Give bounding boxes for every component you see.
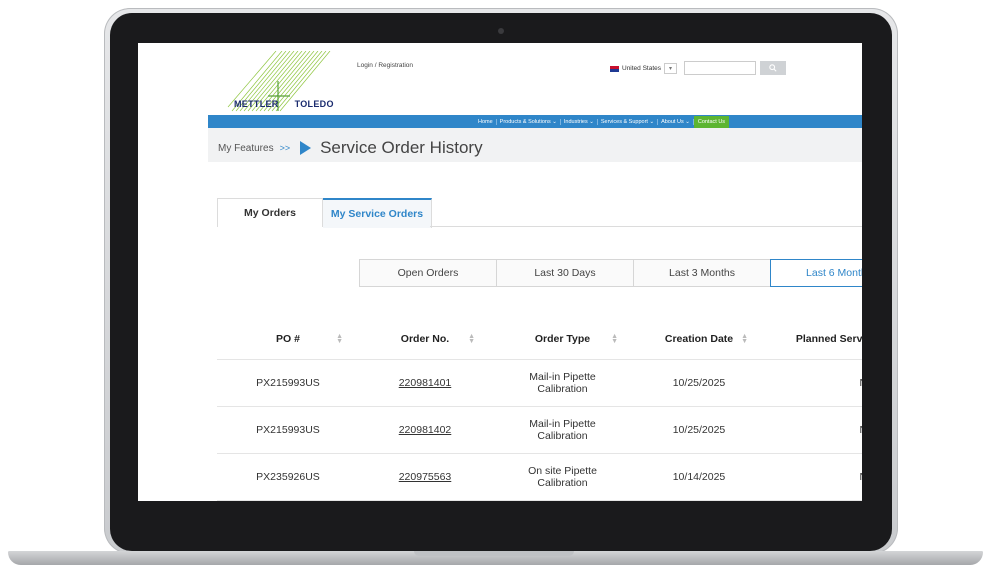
po-number: PX235926US: [256, 471, 320, 483]
breadcrumb: My Features >> Service Order History: [218, 138, 483, 158]
order-type-line1: On site Pipette: [528, 465, 597, 477]
sort-icon[interactable]: ▲ ▼: [468, 333, 475, 345]
creation-date: 10/25/2025: [672, 377, 726, 389]
country-dropdown-toggle[interactable]: ▾: [664, 63, 678, 74]
logo-graphic-icon: [227, 51, 331, 112]
nav-home[interactable]: Home: [475, 118, 497, 125]
search-button[interactable]: [760, 61, 786, 75]
po-number: PX215993US: [256, 424, 320, 436]
order-number-cell: 220981402: [359, 424, 491, 436]
laptop-notch: [414, 551, 574, 556]
nav-products-solutions[interactable]: Products & Solutions ⌄: [497, 118, 561, 125]
sort-icon[interactable]: ▲ ▼: [336, 333, 343, 345]
browser-screen: METTLER TOLEDO Login / Registration Unite…: [138, 43, 862, 501]
filter-open-orders[interactable]: Open Orders: [359, 259, 497, 287]
column-header-label: Creation Date: [664, 333, 734, 345]
order-number-link[interactable]: 220981401: [399, 377, 452, 389]
column-header-label: Planned Service: [795, 333, 862, 345]
column-header-order-no[interactable]: Order No. ▲ ▼: [359, 333, 491, 345]
nav-industries[interactable]: Industries ⌄: [561, 118, 598, 125]
nav-services-support[interactable]: Services & Support ⌄: [598, 118, 659, 125]
main-nav: Home Products & Solutions ⌄ Industries ⌄…: [475, 115, 730, 128]
column-header-po[interactable]: PO # ▲ ▼: [217, 333, 359, 345]
order-type-line2: Calibration: [537, 383, 588, 395]
nav-contact-us[interactable]: Contact Us: [693, 115, 730, 128]
arrow-right-icon: [300, 141, 312, 155]
magnifier-icon: [769, 64, 777, 72]
table-row: PX235926US 220975563 On site Pipette Cali…: [217, 454, 862, 501]
column-header-label: Order No.: [400, 333, 450, 345]
creation-date: 10/14/2025: [672, 471, 726, 483]
tab-divider: [430, 226, 862, 227]
mettler-toledo-logo[interactable]: METTLER TOLEDO: [210, 51, 340, 123]
order-type: Mail-in Pipette Calibration: [491, 371, 634, 395]
logo-text-left: METTLER: [234, 99, 279, 109]
order-number-cell: 220975563: [359, 471, 491, 483]
filter-last-30-days[interactable]: Last 30 Days: [496, 259, 634, 287]
planned-service: N/A: [764, 471, 862, 483]
country-selector[interactable]: United States ▾: [610, 63, 678, 74]
tab-my-service-orders[interactable]: My Service Orders: [323, 198, 432, 228]
search-input[interactable]: [684, 61, 756, 75]
filter-last-6-months[interactable]: Last 6 Months: [770, 259, 862, 287]
planned-service: N/A: [764, 424, 862, 436]
date-filter-group: Open Orders Last 30 Days Last 3 Months L…: [359, 259, 862, 287]
login-registration-link[interactable]: Login / Registration: [357, 62, 413, 69]
column-header-order-type[interactable]: Order Type ▲ ▼: [491, 333, 634, 345]
order-type-line2: Calibration: [537, 477, 588, 489]
filter-last-3-months[interactable]: Last 3 Months: [633, 259, 771, 287]
order-type: On site Pipette Calibration: [491, 465, 634, 489]
column-header-planned-service[interactable]: Planned Service: [764, 333, 862, 345]
page-title: Service Order History: [320, 138, 483, 157]
order-type-line1: Mail-in Pipette: [529, 418, 596, 430]
breadcrumb-separator: >>: [279, 143, 291, 153]
po-number: PX215993US: [256, 377, 320, 389]
camera-icon: [498, 28, 504, 34]
order-number-cell: 220981401: [359, 377, 491, 389]
order-type-line2: Calibration: [537, 430, 588, 442]
column-header-label: Order Type: [534, 333, 591, 345]
us-flag-icon: [610, 65, 619, 72]
service-orders-table: PO # ▲ ▼ Order No. ▲ ▼ Order Type ▲ ▼ Creation…: [217, 319, 862, 501]
column-header-label: PO #: [276, 333, 300, 345]
table-header-row: PO # ▲ ▼ Order No. ▲ ▼ Order Type ▲ ▼ Creation…: [217, 319, 862, 360]
sort-icon[interactable]: ▲ ▼: [741, 333, 748, 345]
logo-text-right: TOLEDO: [294, 99, 334, 109]
column-header-creation-date[interactable]: Creation Date ▲ ▼: [634, 333, 764, 345]
order-number-link[interactable]: 220981402: [399, 424, 452, 436]
order-type: Mail-in Pipette Calibration: [491, 418, 634, 442]
order-number-link[interactable]: 220975563: [399, 471, 452, 483]
table-row: PX215993US 220981401 Mail-in Pipette Cali…: [217, 360, 862, 407]
country-label: United States: [622, 65, 662, 72]
nav-about-us[interactable]: About Us ⌄: [658, 118, 694, 125]
table-row: PX215993US 220981402 Mail-in Pipette Cali…: [217, 407, 862, 454]
tab-my-orders[interactable]: My Orders: [217, 198, 323, 227]
planned-service: N/A: [764, 377, 862, 389]
creation-date: 10/25/2025: [672, 424, 726, 436]
breadcrumb-my-features[interactable]: My Features: [218, 143, 274, 154]
sort-icon[interactable]: ▲ ▼: [611, 333, 618, 345]
order-tabs: My Orders My Service Orders: [217, 198, 432, 228]
order-type-line1: Mail-in Pipette: [529, 371, 596, 383]
